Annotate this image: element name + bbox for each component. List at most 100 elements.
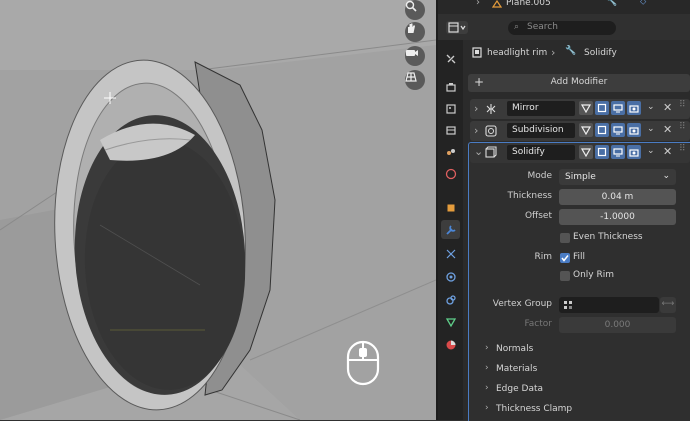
search-input[interactable]: ⌕ Search xyxy=(508,21,616,35)
modifier-solidify[interactable]: ⌄ Solidify ⌄ ✕ ⠿ xyxy=(470,143,690,163)
vertex-group-icon xyxy=(564,301,572,309)
offset-field[interactable]: -1.0000 xyxy=(559,209,676,225)
offset-label: Offset xyxy=(524,211,552,221)
render-camera-icon[interactable] xyxy=(627,123,641,137)
material-icon[interactable] xyxy=(441,335,460,354)
constraints-icon[interactable] xyxy=(441,290,460,309)
render-camera-icon[interactable] xyxy=(627,101,641,115)
expand-chevron-icon[interactable]: › xyxy=(474,102,478,115)
search-placeholder: Search xyxy=(527,22,558,32)
cage-icon[interactable] xyxy=(595,123,609,137)
scene-icon[interactable] xyxy=(441,142,460,161)
drag-handle-icon[interactable]: ⠿ xyxy=(679,144,686,154)
particles-icon[interactable] xyxy=(441,244,460,263)
object-icon[interactable] xyxy=(441,198,460,217)
close-icon[interactable]: ✕ xyxy=(663,123,672,136)
camera-icon[interactable] xyxy=(405,46,425,66)
modifier-name-field[interactable]: Subdivision xyxy=(507,123,575,138)
outliner-item-label[interactable]: Plane.005 xyxy=(506,0,551,8)
breadcrumb-modifier: Solidify xyxy=(584,48,617,58)
thickness-label: Thickness xyxy=(507,191,552,201)
even-thickness-label: Even Thickness xyxy=(573,232,643,242)
close-icon[interactable]: ✕ xyxy=(663,145,672,158)
close-icon[interactable]: ✕ xyxy=(663,101,672,114)
outliner-strip[interactable]: › Plane.005 🔧 ⬦ xyxy=(438,0,690,14)
subpanel-label: Edge Data xyxy=(496,384,543,394)
mode-value: Simple xyxy=(565,172,596,182)
breadcrumb-object: headlight rim xyxy=(487,48,548,58)
edit-mode-icon[interactable] xyxy=(579,101,593,115)
modifier-wrench-icon[interactable] xyxy=(441,220,460,239)
mesh-object-icon xyxy=(492,0,502,8)
modifier-subdivision[interactable]: › Subdivision ⌄ ✕ ⠿ xyxy=(470,121,690,141)
mesh-object-icon xyxy=(472,47,482,58)
chevron-down-icon: ⌄ xyxy=(662,171,670,181)
subpanel-edge-data[interactable]: › Edge Data xyxy=(470,381,690,401)
add-modifier-button[interactable]: + Add Modifier xyxy=(468,74,690,92)
subpanel-normals[interactable]: › Normals xyxy=(470,341,690,361)
expand-chevron-icon[interactable]: › xyxy=(476,0,480,8)
modifier-wrench-icon[interactable]: 🔧 xyxy=(606,0,617,7)
zoom-icon[interactable] xyxy=(405,0,425,20)
editor-type-button[interactable] xyxy=(446,21,468,34)
cage-icon[interactable] xyxy=(595,101,609,115)
subpanel-materials[interactable]: › Materials xyxy=(470,361,690,381)
vertex-group-label: Vertex Group xyxy=(492,299,552,309)
output-icon[interactable] xyxy=(441,99,460,118)
expand-chevron-icon: › xyxy=(485,343,489,353)
invert-arrows-icon[interactable]: ⟷ xyxy=(660,297,676,313)
mode-dropdown[interactable]: Simple ⌄ xyxy=(559,169,676,185)
drag-handle-icon[interactable]: ⠿ xyxy=(679,122,686,132)
data-icon[interactable] xyxy=(441,312,460,331)
checkmark-icon xyxy=(561,255,569,262)
expand-chevron-icon: › xyxy=(485,363,489,373)
edit-mode-icon[interactable] xyxy=(579,123,593,137)
render-icon[interactable] xyxy=(441,77,460,96)
3d-viewport[interactable] xyxy=(0,0,436,420)
search-icon: ⌕ xyxy=(514,22,520,32)
even-thickness-checkbox[interactable] xyxy=(560,233,570,243)
modifier-wrench-icon: 🔧 xyxy=(565,46,577,56)
add-modifier-label: Add Modifier xyxy=(550,77,608,87)
mouse-icon xyxy=(346,340,380,386)
mirror-modifier-icon xyxy=(486,104,496,114)
properties-tab-strip xyxy=(438,40,463,420)
subpanel-label: Normals xyxy=(496,344,534,354)
view-layer-icon[interactable] xyxy=(441,120,460,139)
edit-mode-icon[interactable] xyxy=(579,145,593,159)
thickness-field[interactable]: 0.04 m xyxy=(559,189,676,205)
vertex-group-field[interactable] xyxy=(559,297,659,313)
only-rim-checkbox[interactable] xyxy=(560,271,570,281)
subpanel-label: Thickness Clamp xyxy=(496,404,573,414)
expand-chevron-icon: › xyxy=(485,403,489,413)
cage-icon[interactable] xyxy=(595,145,609,159)
subpanel-thickness-clamp[interactable]: › Thickness Clamp xyxy=(470,401,690,421)
factor-field[interactable]: 0.000 xyxy=(559,317,676,333)
only-rim-label: Only Rim xyxy=(573,270,614,280)
dropdown-chevron-icon[interactable]: ⌄ xyxy=(647,146,655,156)
data-icon[interactable]: ⬦ xyxy=(640,0,646,7)
collapse-chevron-icon[interactable]: ⌄ xyxy=(474,145,483,158)
subpanel-label: Materials xyxy=(496,364,538,374)
solidify-modifier-icon xyxy=(485,146,497,158)
fill-checkbox[interactable] xyxy=(560,253,570,263)
drag-handle-icon[interactable]: ⠿ xyxy=(679,100,686,110)
subdivision-modifier-icon xyxy=(485,125,497,137)
viewport-display-icon[interactable] xyxy=(611,145,625,159)
physics-icon[interactable] xyxy=(441,267,460,286)
modifier-mirror[interactable]: › Mirror ⌄ ✕ ⠿ xyxy=(470,99,690,119)
fill-label: Fill xyxy=(573,252,586,262)
viewport-display-icon[interactable] xyxy=(611,101,625,115)
dropdown-chevron-icon[interactable]: ⌄ xyxy=(647,124,655,134)
world-icon[interactable] xyxy=(441,164,460,183)
expand-chevron-icon[interactable]: › xyxy=(474,124,478,137)
render-camera-icon[interactable] xyxy=(627,145,641,159)
dropdown-chevron-icon[interactable]: ⌄ xyxy=(647,102,655,112)
hand-pan-icon[interactable] xyxy=(405,22,425,42)
viewport-display-icon[interactable] xyxy=(611,123,625,137)
rim-label: Rim xyxy=(534,252,552,262)
grid-view-icon[interactable] xyxy=(405,70,425,90)
tool-icon[interactable] xyxy=(441,49,460,68)
modifier-name-field[interactable]: Mirror xyxy=(507,101,575,116)
modifier-name-field[interactable]: Solidify xyxy=(507,145,575,160)
